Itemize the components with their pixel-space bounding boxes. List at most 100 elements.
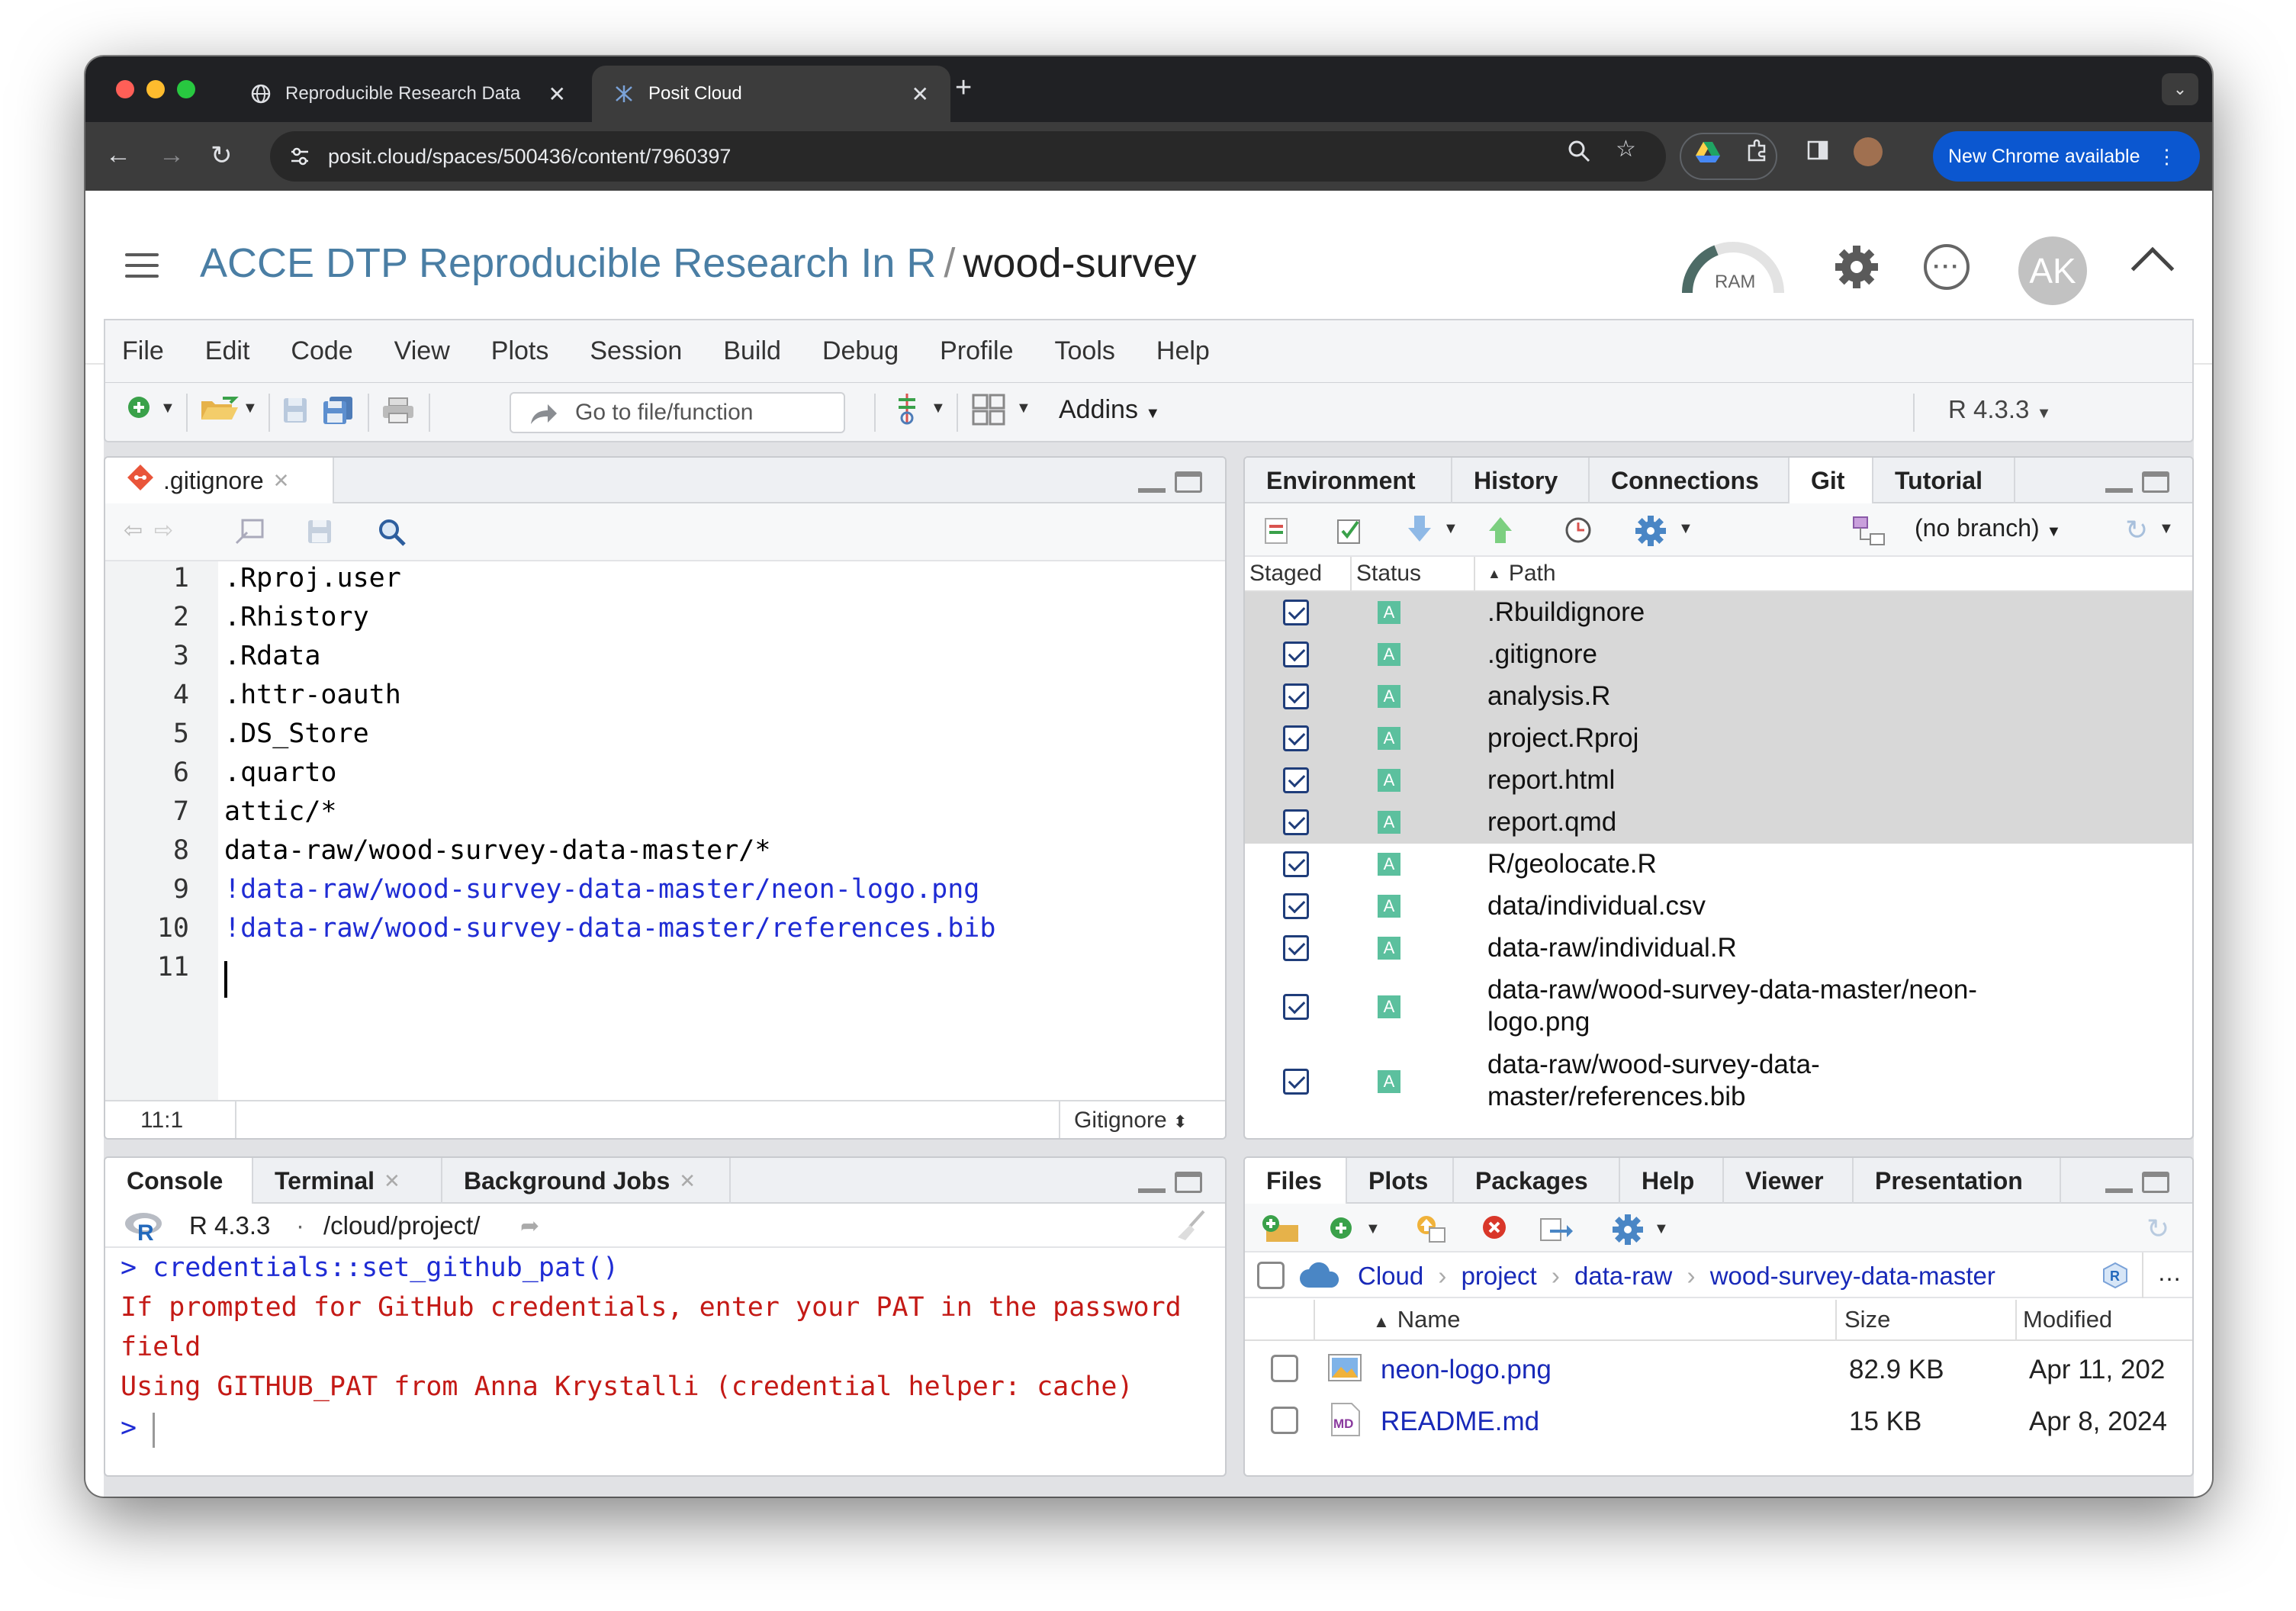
branch-selector[interactable]: (no branch) ▼ — [1915, 514, 2061, 542]
settings-gear-icon[interactable] — [1832, 243, 1881, 295]
minimize-pane-icon[interactable] — [2105, 471, 2133, 493]
save-file-icon[interactable] — [307, 519, 333, 551]
tab-terminal[interactable]: Terminal ✕ — [253, 1158, 442, 1204]
staged-checkbox[interactable] — [1283, 935, 1309, 961]
tab-plots[interactable]: Plots — [1347, 1158, 1454, 1204]
menu-view[interactable]: View — [394, 336, 450, 366]
editor-tab-gitignore[interactable]: .gitignore ✕ — [105, 458, 334, 503]
diff-icon[interactable] — [1263, 517, 1289, 551]
new-file-dropdown-icon[interactable]: ▼ — [160, 400, 175, 417]
tab-connections[interactable]: Connections — [1590, 458, 1790, 503]
search-icon[interactable] — [377, 517, 407, 554]
close-tab-icon[interactable]: ✕ — [384, 1169, 400, 1193]
pane-layout-icon[interactable] — [972, 394, 1005, 432]
hamburger-menu-icon[interactable] — [125, 253, 159, 285]
breadcrumb-wood-survey-data-master[interactable]: wood-survey-data-master — [1710, 1262, 1995, 1290]
bookmark-star-icon[interactable]: ☆ — [1616, 136, 1636, 162]
menu-help[interactable]: Help — [1156, 336, 1210, 366]
staged-checkbox[interactable] — [1283, 683, 1309, 709]
rename-icon[interactable] — [1539, 1214, 1574, 1249]
site-settings-icon[interactable] — [288, 145, 311, 173]
menu-tools[interactable]: Tools — [1055, 336, 1115, 366]
history-clock-icon[interactable] — [1564, 516, 1593, 551]
maximize-pane-icon[interactable] — [1175, 1172, 1202, 1193]
open-folder-icon[interactable] — [200, 395, 240, 429]
push-icon[interactable] — [1486, 514, 1515, 551]
breadcrumb-project[interactable]: project — [1462, 1262, 1537, 1290]
minimize-pane-icon[interactable] — [1138, 471, 1166, 493]
name-column-header[interactable]: ▲ Name — [1373, 1306, 1460, 1333]
back-arrow-icon[interactable]: ⇦ — [124, 517, 143, 544]
zoom-icon[interactable] — [1567, 139, 1591, 169]
tab-viewer[interactable]: Viewer — [1724, 1158, 1854, 1204]
minimize-window-button[interactable] — [146, 80, 165, 98]
menu-debug[interactable]: Debug — [822, 336, 899, 366]
files-more-dropdown-icon[interactable]: ▼ — [1654, 1220, 1669, 1238]
tab-presentation[interactable]: Presentation — [1854, 1158, 2061, 1204]
forward-icon[interactable]: → — [159, 140, 185, 170]
files-more-gear-icon[interactable] — [1611, 1213, 1645, 1252]
new-blank-file-icon[interactable] — [1329, 1214, 1356, 1248]
address-bar[interactable]: posit.cloud/spaces/500436/content/796039… — [270, 131, 1666, 182]
minimize-pane-icon[interactable] — [2105, 1172, 2133, 1193]
file-row[interactable]: neon-logo.png 82.9 KB Apr 11, 202 — [1245, 1344, 2192, 1396]
zoom-window-button[interactable] — [177, 80, 195, 98]
git-file-row[interactable]: A .gitignore — [1245, 634, 2192, 676]
refresh-icon[interactable]: ↻ — [2125, 514, 2148, 546]
forward-arrow-icon[interactable]: ⇨ — [154, 517, 173, 544]
vcs-icon[interactable] — [894, 392, 920, 432]
refresh-files-icon[interactable]: ↻ — [2146, 1213, 2169, 1245]
staged-checkbox[interactable] — [1283, 851, 1309, 877]
tab-packages[interactable]: Packages — [1454, 1158, 1620, 1204]
collapse-header-icon[interactable] — [2130, 246, 2175, 291]
vcs-dropdown-icon[interactable]: ▼ — [931, 400, 946, 417]
ram-gauge[interactable]: RAM — [1680, 236, 1786, 296]
staged-checkbox[interactable] — [1283, 893, 1309, 919]
git-file-row[interactable]: A project.Rproj — [1245, 718, 2192, 760]
r-version-menu[interactable]: R 4.3.3 ▼ — [1948, 395, 2051, 424]
tab-background-jobs[interactable]: Background Jobs ✕ — [442, 1158, 731, 1204]
git-file-row[interactable]: A data-raw/wood-survey-data-master/neon-… — [1245, 969, 2192, 1044]
file-type-selector[interactable]: Gitignore ⬍ — [1074, 1108, 1188, 1133]
status-column-header[interactable]: Status — [1356, 557, 1421, 590]
maximize-pane-icon[interactable] — [2142, 1172, 2169, 1193]
tab-help[interactable]: Help — [1620, 1158, 1724, 1204]
console-prompt[interactable]: > — [121, 1413, 137, 1443]
modified-column-header[interactable]: Modified — [2023, 1306, 2112, 1333]
close-tab-icon[interactable]: ✕ — [273, 469, 290, 493]
print-icon[interactable] — [381, 397, 415, 430]
addins-menu[interactable]: Addins ▼ — [1059, 395, 1160, 425]
breadcrumb-cloud[interactable]: Cloud — [1358, 1262, 1423, 1290]
close-window-button[interactable] — [116, 80, 134, 98]
git-file-row[interactable]: A report.qmd — [1245, 802, 2192, 844]
menu-edit[interactable]: Edit — [205, 336, 250, 366]
browser-tab-inactive[interactable]: Reproducible Research Data ✕ — [229, 66, 587, 122]
staged-checkbox[interactable] — [1283, 725, 1309, 751]
git-file-row[interactable]: A .Rbuildignore — [1245, 592, 2192, 634]
tab-tutorial[interactable]: Tutorial — [1873, 458, 2015, 503]
close-tab-icon[interactable]: ✕ — [679, 1169, 696, 1193]
commit-icon[interactable] — [1335, 516, 1364, 551]
clear-console-broom-icon[interactable] — [1173, 1210, 1207, 1248]
file-select-checkbox[interactable] — [1271, 1355, 1298, 1382]
tab-git[interactable]: Git — [1790, 458, 1873, 503]
minimize-pane-icon[interactable] — [1138, 1172, 1166, 1193]
go-to-directory-icon[interactable]: ➦ — [520, 1213, 539, 1240]
git-file-row[interactable]: A data-raw/wood-survey-data- master/refe… — [1245, 1044, 2192, 1119]
extensions-puzzle-icon[interactable] — [1745, 139, 1770, 169]
branch-icon[interactable] — [1852, 516, 1887, 552]
new-tab-button[interactable]: + — [955, 72, 972, 105]
kebab-menu-icon[interactable]: ⋮ — [2157, 145, 2177, 169]
tab-console[interactable]: Console — [105, 1158, 253, 1204]
select-all-checkbox[interactable] — [1257, 1262, 1285, 1289]
back-icon[interactable]: ← — [105, 140, 131, 170]
maximize-pane-icon[interactable] — [2142, 471, 2169, 493]
new-blank-file-dropdown-icon[interactable]: ▼ — [1365, 1220, 1381, 1238]
new-folder-icon[interactable] — [1260, 1214, 1300, 1249]
save-all-icon[interactable] — [322, 395, 354, 430]
tab-search-button[interactable]: ⌄ — [2162, 73, 2198, 105]
git-file-row[interactable]: A R/geolocate.R — [1245, 844, 2192, 886]
user-avatar[interactable]: AK — [2018, 236, 2087, 305]
git-file-row[interactable]: A data-raw/individual.R — [1245, 928, 2192, 969]
more-options-icon[interactable]: ··· — [1924, 244, 1970, 290]
